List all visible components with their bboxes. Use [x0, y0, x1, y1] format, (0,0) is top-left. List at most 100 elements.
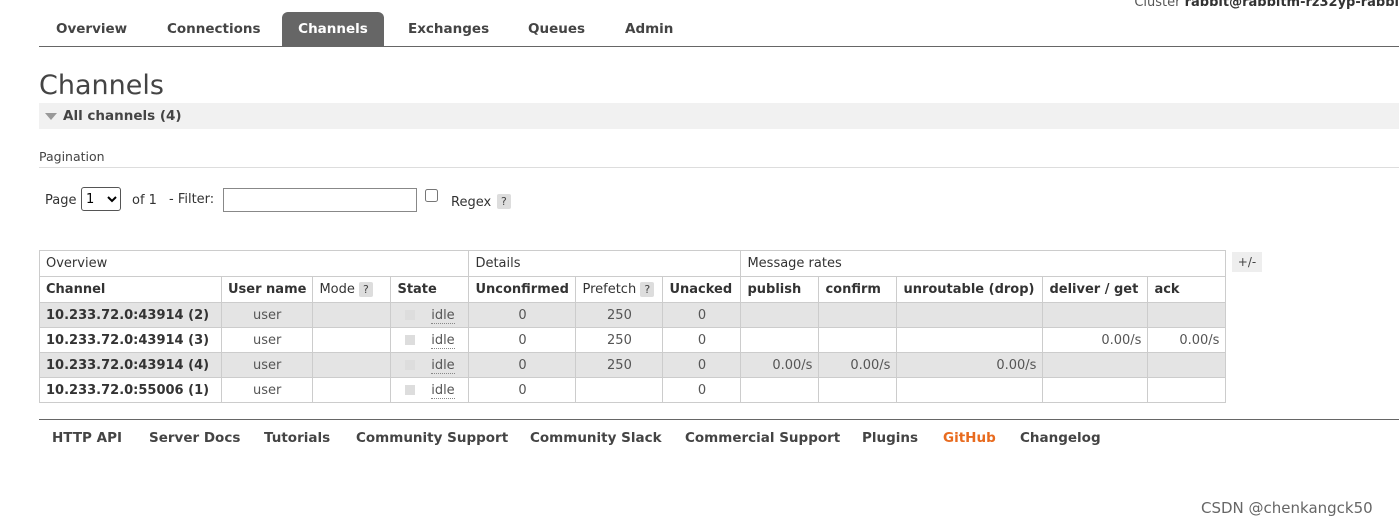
unroutable-cell — [896, 302, 1044, 328]
unroutable-cell: 0.00/s — [896, 352, 1044, 378]
tab-queues[interactable]: Queues — [528, 12, 585, 46]
page-title: Channels — [39, 70, 164, 101]
col-mode[interactable]: Mode ? — [312, 276, 392, 303]
publish-cell — [740, 327, 820, 353]
all-channels-section-header[interactable]: All channels (4) — [39, 103, 1399, 129]
channels-table: Overview Details Message rates Channel U… — [38, 250, 1227, 403]
column-header-row: Channel User name Mode ? State Unconfirm… — [39, 276, 1227, 303]
unacked-cell: 0 — [662, 327, 742, 353]
footer-link-http-api[interactable]: HTTP API — [52, 430, 122, 446]
tab-overview[interactable]: Overview — [56, 12, 127, 46]
col-unroutable[interactable]: unroutable (drop) — [896, 276, 1044, 303]
unconfirmed-cell: 0 — [468, 327, 577, 353]
user-cell: user — [220, 302, 314, 328]
footer-link-server-docs[interactable]: Server Docs — [149, 430, 240, 446]
mode-cell — [312, 302, 392, 328]
col-deliver-get[interactable]: deliver / get — [1042, 276, 1149, 303]
filter-input[interactable] — [223, 188, 417, 212]
channel-link[interactable]: 10.233.72.0:43914 (3) — [39, 327, 222, 353]
col-ack[interactable]: ack — [1147, 276, 1227, 303]
footer-link-changelog[interactable]: Changelog — [1020, 430, 1101, 446]
regex-label: Regex — [451, 195, 492, 210]
col-channel[interactable]: Channel — [39, 276, 222, 303]
col-confirm[interactable]: confirm — [818, 276, 898, 303]
table-row[interactable]: 10.233.72.0:43914 (4) user idle 0 250 0 … — [39, 352, 1227, 378]
unconfirmed-cell: 0 — [468, 302, 577, 328]
footer-link-github[interactable]: GitHub — [943, 430, 996, 446]
state-cell: idle — [390, 327, 470, 353]
user-cell: user — [220, 377, 314, 403]
pagination-divider — [39, 167, 1399, 168]
unroutable-cell — [896, 377, 1044, 403]
prefetch-cell: 250 — [575, 352, 664, 378]
group-message-rates: Message rates — [740, 250, 1227, 277]
mode-help-button[interactable]: ? — [359, 282, 373, 297]
prefetch-cell — [575, 377, 664, 403]
footer-link-commercial-support[interactable]: Commercial Support — [685, 430, 840, 446]
unconfirmed-cell: 0 — [468, 377, 577, 403]
cluster-name: rabbit@rabbitm-rz32yp-rabbi — [1184, 0, 1399, 10]
ack-cell — [1147, 377, 1227, 403]
main-nav: Overview Connections Channels Exchanges … — [39, 12, 1399, 47]
unacked-cell: 0 — [662, 352, 742, 378]
group-details: Details — [468, 250, 742, 277]
col-publish[interactable]: publish — [740, 276, 820, 303]
deliver-cell — [1042, 302, 1149, 328]
table-row[interactable]: 10.233.72.0:43914 (2) user idle 0 250 0 — [39, 302, 1227, 328]
state-indicator-icon — [405, 385, 416, 395]
cluster-info: Cluster rabbit@rabbitm-rz32yp-rabbi — [1134, 0, 1399, 10]
state-indicator-icon — [405, 310, 416, 320]
col-unacked[interactable]: Unacked — [662, 276, 742, 303]
col-user-name[interactable]: User name — [220, 276, 314, 303]
state-label: idle — [431, 307, 455, 324]
channel-link[interactable]: 10.233.72.0:43914 (4) — [39, 352, 222, 378]
channel-link[interactable]: 10.233.72.0:43914 (2) — [39, 302, 222, 328]
column-toggle-button[interactable]: +/- — [1232, 252, 1262, 272]
state-cell: idle — [390, 302, 470, 328]
tab-connections[interactable]: Connections — [167, 12, 261, 46]
footer-link-plugins[interactable]: Plugins — [862, 430, 918, 446]
group-overview: Overview — [38, 250, 470, 277]
state-cell: idle — [390, 377, 470, 403]
footer-link-community-support[interactable]: Community Support — [356, 430, 508, 446]
cluster-label: Cluster — [1134, 0, 1181, 10]
mode-cell — [312, 327, 392, 353]
confirm-cell — [818, 327, 898, 353]
col-prefetch[interactable]: Prefetch ? — [575, 276, 664, 303]
page-select[interactable]: 1 — [81, 187, 121, 211]
deliver-cell — [1042, 377, 1149, 403]
tab-exchanges[interactable]: Exchanges — [408, 12, 489, 46]
ack-cell — [1147, 302, 1227, 328]
unroutable-cell — [896, 327, 1044, 353]
regex-help-button[interactable]: ? — [497, 194, 511, 209]
deliver-cell — [1042, 352, 1149, 378]
col-unconfirmed[interactable]: Unconfirmed — [468, 276, 577, 303]
user-cell: user — [220, 327, 314, 353]
table-row[interactable]: 10.233.72.0:43914 (3) user idle 0 250 0 … — [39, 327, 1227, 353]
user-cell: user — [220, 352, 314, 378]
col-state[interactable]: State — [390, 276, 470, 303]
prefetch-help-button[interactable]: ? — [640, 282, 655, 297]
regex-checkbox[interactable] — [425, 189, 438, 202]
state-indicator-icon — [405, 360, 416, 370]
section-title: All channels (4) — [63, 108, 182, 124]
unacked-cell: 0 — [662, 377, 742, 403]
column-group-row: Overview Details Message rates — [38, 250, 1227, 277]
prefetch-cell: 250 — [575, 327, 664, 353]
mode-cell — [312, 377, 392, 403]
ack-cell: 0.00/s — [1147, 327, 1227, 353]
footer-link-community-slack[interactable]: Community Slack — [530, 430, 662, 446]
footer-link-tutorials[interactable]: Tutorials — [264, 430, 330, 446]
collapse-triangle-icon — [45, 112, 57, 120]
confirm-cell: 0.00/s — [818, 352, 898, 378]
footer-divider — [39, 419, 1399, 420]
tab-admin[interactable]: Admin — [625, 12, 673, 46]
state-label: idle — [431, 332, 455, 349]
channel-link[interactable]: 10.233.72.0:55006 (1) — [39, 377, 222, 403]
tab-channels[interactable]: Channels — [282, 12, 384, 46]
state-label: idle — [431, 382, 455, 399]
page-count: of 1 — [132, 193, 157, 208]
deliver-cell: 0.00/s — [1042, 327, 1149, 353]
unconfirmed-cell: 0 — [468, 352, 577, 378]
table-row[interactable]: 10.233.72.0:55006 (1) user idle 0 0 — [39, 377, 1227, 403]
